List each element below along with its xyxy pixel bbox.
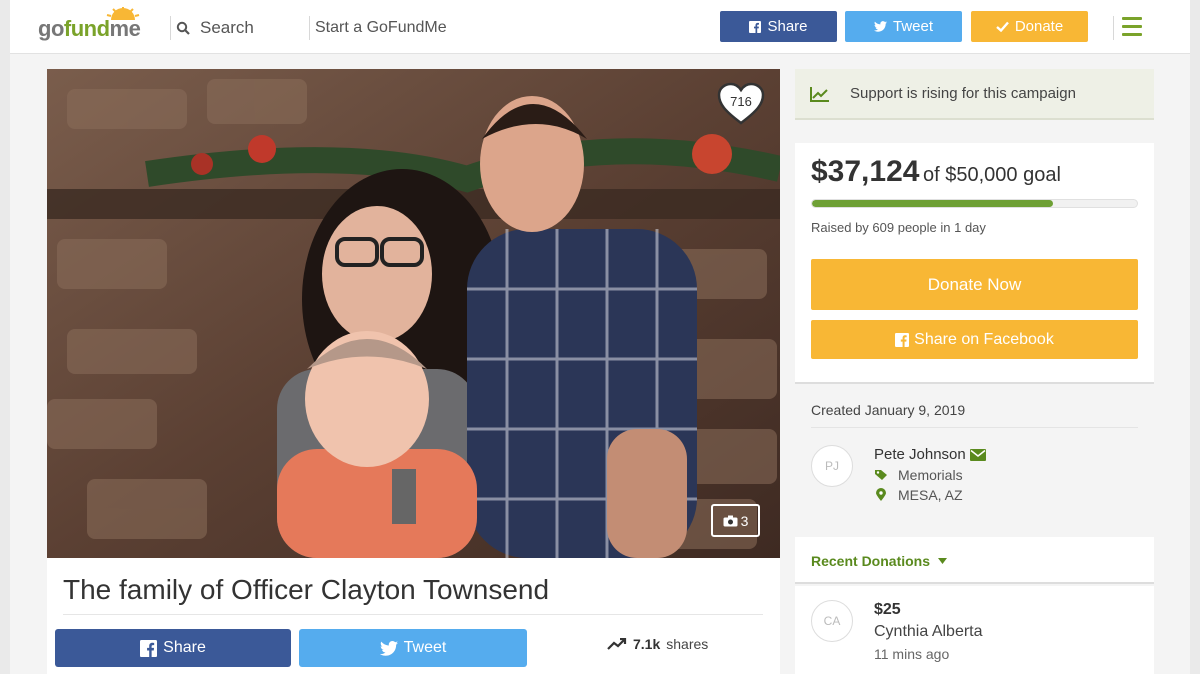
recent-donations-label: Recent Donations <box>811 553 931 569</box>
header-tweet-button[interactable]: Tweet <box>845 11 962 42</box>
organizer-name-text: Pete Johnson <box>874 446 966 463</box>
logo-go: go <box>38 16 64 41</box>
header-tweet-label: Tweet <box>892 18 934 35</box>
divider <box>811 427 1138 428</box>
heart-count: 716 <box>730 94 752 109</box>
organizer-location-text: MESA, AZ <box>898 487 963 503</box>
gofundme-logo[interactable]: gofundme <box>38 16 141 42</box>
twitter-icon <box>379 640 398 656</box>
nav-divider <box>309 16 310 40</box>
support-rising-text: Support is rising for this campaign <box>850 85 1076 102</box>
facebook-icon <box>749 20 762 33</box>
search-label: Search <box>200 18 254 37</box>
tweet-label: Tweet <box>403 639 447 656</box>
tag-icon <box>875 470 887 480</box>
share-count: 7.1k shares <box>607 636 708 652</box>
share-count-suffix: shares <box>666 636 709 652</box>
header-share-label: Share <box>767 18 808 35</box>
campaign-title: The family of Officer Clayton Townsend <box>63 574 550 605</box>
twitter-icon <box>873 21 887 32</box>
created-date: Created January 9, 2019 <box>811 402 966 418</box>
facebook-icon <box>895 332 910 347</box>
recent-donations-toggle[interactable]: Recent Donations <box>811 553 948 569</box>
caret-down-icon <box>938 558 948 564</box>
map-pin-icon <box>876 488 886 501</box>
campaign-photo-image <box>47 69 780 558</box>
photo-count: 3 <box>740 512 749 529</box>
search-button[interactable]: Search <box>176 18 254 38</box>
header-donate-button[interactable]: Donate <box>971 11 1088 42</box>
nav-divider <box>1113 16 1114 40</box>
checkmark-icon <box>996 21 1009 32</box>
organizer-name[interactable]: Pete Johnson <box>874 446 986 463</box>
photo-gallery-button[interactable]: 3 <box>711 504 760 537</box>
raised-amount: $37,124 <box>811 155 920 188</box>
support-rising-banner: Support is rising for this campaign <box>795 69 1154 120</box>
progress-bar-fill <box>812 200 1054 207</box>
donor-name: Cynthia Alberta <box>874 623 983 640</box>
organizer-category-text: Memorials <box>898 467 963 483</box>
donor-avatar: CA <box>811 600 853 642</box>
logo-fund: fund <box>63 16 110 41</box>
campaign-photo[interactable] <box>47 69 780 558</box>
share-on-facebook-button[interactable]: Share on Facebook <box>811 320 1138 359</box>
header-donate-label: Donate <box>1014 18 1064 35</box>
raised-by-text: Raised by 609 people in 1 day <box>811 220 986 235</box>
divider <box>63 614 763 615</box>
share-count-value: 7.1k <box>633 636 661 652</box>
organizer-category[interactable]: Memorials <box>874 467 963 483</box>
share-on-facebook-label: Share on Facebook <box>914 330 1054 348</box>
logo-me: me <box>109 16 141 41</box>
progress-bar <box>811 199 1138 208</box>
trending-up-icon <box>607 638 627 650</box>
chart-trend-icon <box>810 86 829 102</box>
share-button[interactable]: Share <box>55 629 291 667</box>
donation-amount: $25 <box>874 601 901 618</box>
goal-text: of $50,000 goal <box>923 164 1061 186</box>
organizer-avatar[interactable]: PJ <box>811 445 853 487</box>
nav-divider <box>170 16 171 40</box>
donation-time: 11 mins ago <box>874 646 950 662</box>
hamburger-menu-icon[interactable] <box>1122 17 1142 41</box>
header-share-button[interactable]: Share <box>720 11 837 42</box>
share-label: Share <box>163 639 206 656</box>
start-gofundme-link[interactable]: Start a GoFundMe <box>315 19 447 37</box>
tweet-button[interactable]: Tweet <box>299 629 527 667</box>
donate-now-button[interactable]: Donate Now <box>811 259 1138 310</box>
camera-icon <box>723 515 738 526</box>
envelope-icon[interactable] <box>969 448 986 461</box>
facebook-icon <box>140 639 158 657</box>
organizer-location: MESA, AZ <box>874 487 963 503</box>
search-icon <box>176 21 190 35</box>
